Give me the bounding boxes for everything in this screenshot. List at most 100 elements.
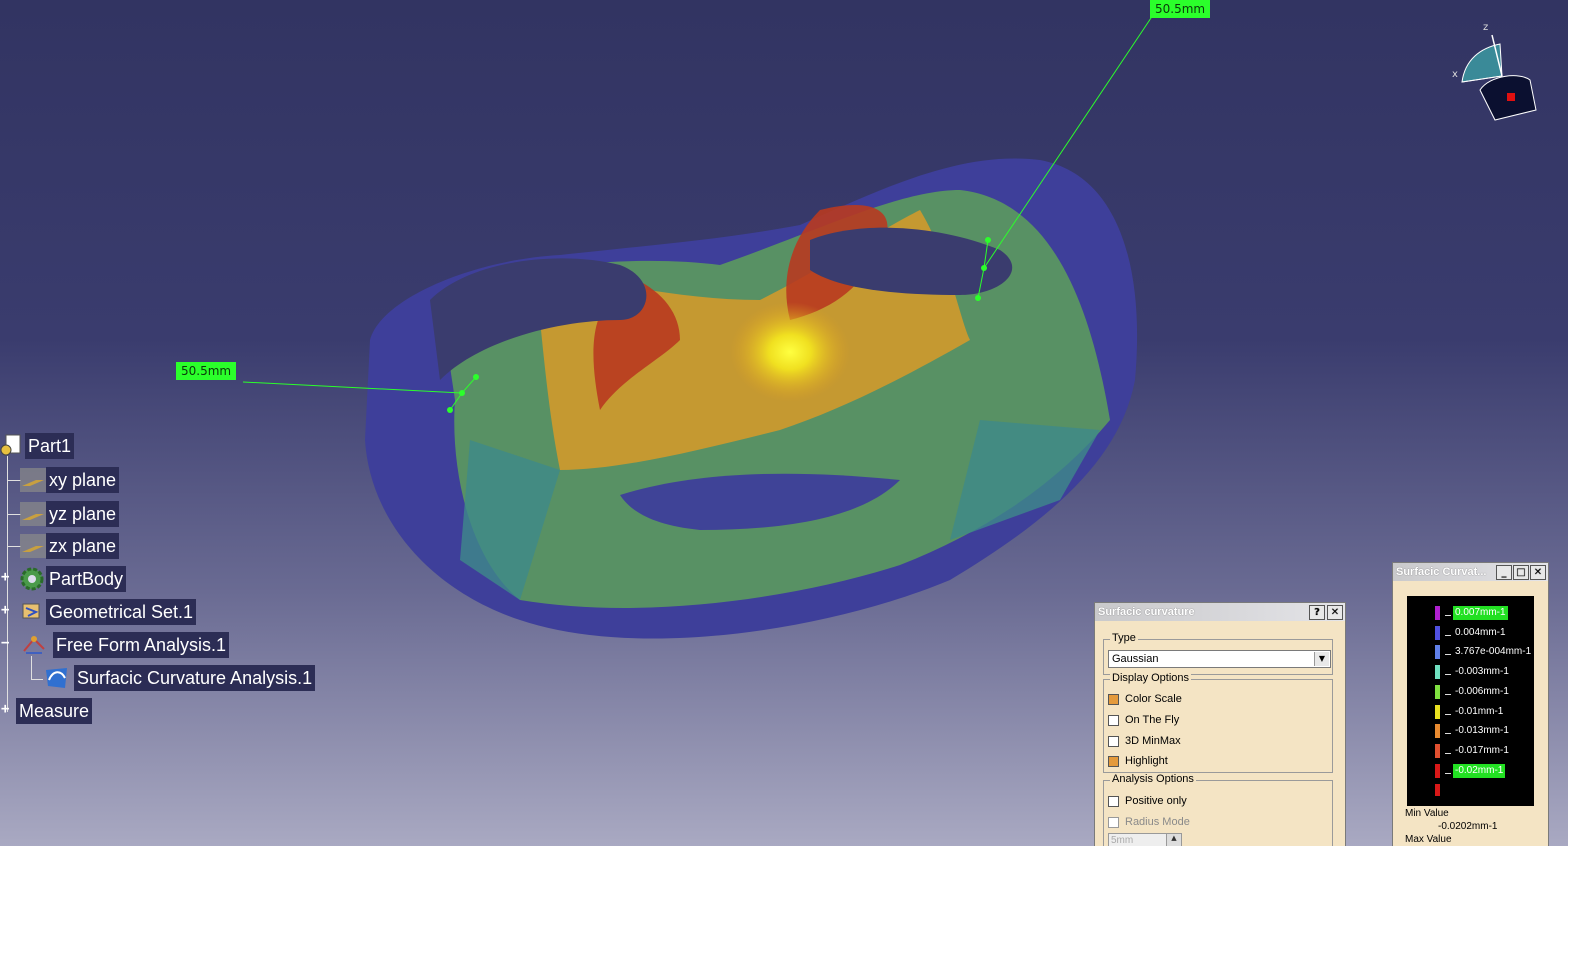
checkbox-label: Radius Mode	[1125, 816, 1190, 828]
scale-tick	[1445, 733, 1451, 735]
checkbox-box[interactable]	[1108, 714, 1119, 726]
expand-measure-icon[interactable]: +	[1, 702, 12, 716]
close-scale-button[interactable]: ✕	[1530, 565, 1546, 580]
geometrical-set-icon	[18, 598, 46, 626]
type-select[interactable]: Gaussian ▼	[1108, 650, 1331, 668]
scale-titlebar[interactable]: Surfacic Curvat... _ □ ✕	[1393, 563, 1548, 581]
color-scale-row: 0.004mm-1	[1407, 624, 1547, 644]
scale-window-title: Surfacic Curvat...	[1396, 566, 1487, 578]
3d-viewport[interactable]: 50.5mm 50.5mm x z Part1 xy plane yz plan…	[0, 0, 1568, 846]
scale-value-label[interactable]: -0.013mm-1	[1453, 724, 1511, 738]
expand-geometrical-set-icon[interactable]: +	[1, 603, 12, 617]
radius-input: 5mm ▲	[1108, 833, 1182, 846]
tree-label[interactable]: yz plane	[46, 501, 120, 527]
positive-only-checkbox[interactable]: Positive only	[1108, 795, 1187, 807]
minimize-button[interactable]: _	[1496, 565, 1512, 580]
tree-label-part1[interactable]: Part1	[25, 433, 75, 459]
display-options-title: Display Options	[1110, 672, 1192, 684]
tree-label[interactable]: PartBody	[46, 566, 127, 592]
display-options-group: Display Options Color Scale On The Fly 3…	[1103, 672, 1333, 773]
tree-label[interactable]: zx plane	[46, 533, 120, 559]
color-scale-window: Surfacic Curvat... _ □ ✕ 0.007mm-1 0.004m…	[1392, 562, 1549, 846]
checkbox-box[interactable]	[1108, 735, 1119, 747]
plane-icon	[18, 500, 46, 528]
dimension-label-left[interactable]: 50.5mm	[176, 362, 237, 380]
tree-item-zx-plane[interactable]: zx plane	[18, 532, 120, 560]
tree-label[interactable]: xy plane	[46, 467, 120, 493]
checkbox-label: On The Fly	[1125, 714, 1180, 726]
color-swatch	[1435, 763, 1440, 778]
scale-value-label[interactable]: -0.006mm-1	[1453, 685, 1511, 699]
close-button[interactable]: ✕	[1327, 605, 1343, 620]
compass-icon[interactable]	[1461, 34, 1537, 121]
tree-label[interactable]: Surfacic Curvature Analysis.1	[74, 665, 316, 691]
tree-item-xy-plane[interactable]: xy plane	[18, 466, 120, 494]
scale-tick	[1445, 752, 1451, 754]
checkbox-label: 3D MinMax	[1125, 735, 1181, 747]
checkbox-box[interactable]	[1108, 755, 1119, 767]
spinner-icon: ▲	[1166, 834, 1181, 846]
scale-tick	[1445, 772, 1451, 774]
part-icon	[0, 432, 28, 460]
gear-body-icon	[18, 565, 46, 593]
color-scale-panel: 0.007mm-1 0.004mm-1 3.767e-004mm-1 -0.003mm…	[1407, 596, 1534, 806]
checkbox-box[interactable]	[1108, 795, 1119, 807]
tree-item-yz-plane[interactable]: yz plane	[18, 500, 120, 528]
radius-value: 5mm	[1111, 835, 1134, 846]
scale-tick	[1445, 615, 1451, 616]
scale-tick	[1445, 713, 1451, 715]
radius-mode-checkbox: Radius Mode	[1108, 816, 1190, 828]
color-swatch	[1435, 665, 1440, 680]
analysis-options-title: Analysis Options	[1110, 773, 1196, 785]
color-swatch	[1435, 625, 1440, 640]
color-scale-checkbox[interactable]: Color Scale	[1108, 693, 1182, 705]
tree-root-part1[interactable]: Part1	[0, 432, 75, 460]
highlight-checkbox[interactable]: Highlight	[1108, 755, 1168, 767]
plane-icon	[18, 532, 46, 560]
chevron-down-icon[interactable]: ▼	[1314, 652, 1329, 666]
dimension-label-right[interactable]: 50.5mm	[1150, 0, 1211, 18]
collapse-free-form-analysis-icon[interactable]: −	[1, 636, 12, 650]
plane-icon	[18, 466, 46, 494]
tree-label[interactable]: Measure	[16, 698, 93, 724]
min-value-label: Min Value	[1405, 808, 1449, 819]
analysis-icon	[20, 631, 48, 659]
color-swatch	[1435, 606, 1440, 620]
compass-x-label: x	[1452, 69, 1458, 80]
tree-label[interactable]: Geometrical Set.1	[46, 599, 197, 625]
tree-item-free-form-analysis[interactable]: Free Form Analysis.1	[20, 631, 230, 659]
dialog-title: Surfacic curvature	[1098, 606, 1195, 618]
scale-value-label[interactable]: -0.02mm-1	[1453, 763, 1506, 778]
tree-item-surfacic-curvature-analysis[interactable]: Surfacic Curvature Analysis.1	[43, 664, 316, 692]
3d-minmax-checkbox[interactable]: 3D MinMax	[1108, 735, 1181, 747]
scale-value-label[interactable]: -0.003mm-1	[1453, 665, 1511, 679]
tree-item-measure[interactable]: Measure	[16, 697, 93, 725]
checkbox-box	[1108, 816, 1119, 828]
on-the-fly-checkbox[interactable]: On The Fly	[1108, 714, 1179, 726]
compass-z-label: z	[1483, 22, 1489, 33]
tree-item-partbody[interactable]: PartBody	[18, 565, 127, 593]
maximize-button[interactable]: □	[1513, 565, 1529, 580]
type-select-value: Gaussian	[1112, 653, 1159, 665]
help-button[interactable]: ?	[1309, 605, 1325, 620]
tree-label[interactable]: Free Form Analysis.1	[53, 632, 230, 658]
color-swatch	[1435, 645, 1440, 660]
scale-value-label[interactable]: 3.767e-004mm-1	[1453, 645, 1533, 659]
checkbox-box[interactable]	[1108, 693, 1119, 705]
min-value: -0.0202mm-1	[1438, 821, 1498, 832]
analysis-options-group: Analysis Options Positive only Radius Mo…	[1103, 773, 1333, 846]
color-scale-row: -0.013mm-1	[1407, 722, 1547, 742]
type-group: Type Gaussian ▼	[1103, 632, 1333, 675]
dialog-titlebar[interactable]: Surfacic curvature ? ✕	[1095, 603, 1345, 621]
expand-partbody-icon[interactable]: +	[1, 570, 12, 584]
scale-value-label[interactable]: -0.01mm-1	[1453, 705, 1505, 719]
color-swatch	[1435, 704, 1440, 719]
scale-value-label[interactable]: 0.007mm-1	[1453, 606, 1508, 620]
scale-value-label[interactable]: 0.004mm-1	[1453, 626, 1508, 640]
color-scale-row: -0.003mm-1	[1407, 663, 1547, 683]
color-scale-row: -0.017mm-1	[1407, 742, 1547, 762]
color-scale-row: -0.01mm-1	[1407, 703, 1547, 723]
surfacic-curvature-dialog: Surfacic curvature ? ✕ Type Gaussian ▼ D…	[1094, 602, 1346, 846]
tree-item-geometrical-set[interactable]: Geometrical Set.1	[18, 598, 197, 626]
scale-value-label[interactable]: -0.017mm-1	[1453, 744, 1511, 758]
